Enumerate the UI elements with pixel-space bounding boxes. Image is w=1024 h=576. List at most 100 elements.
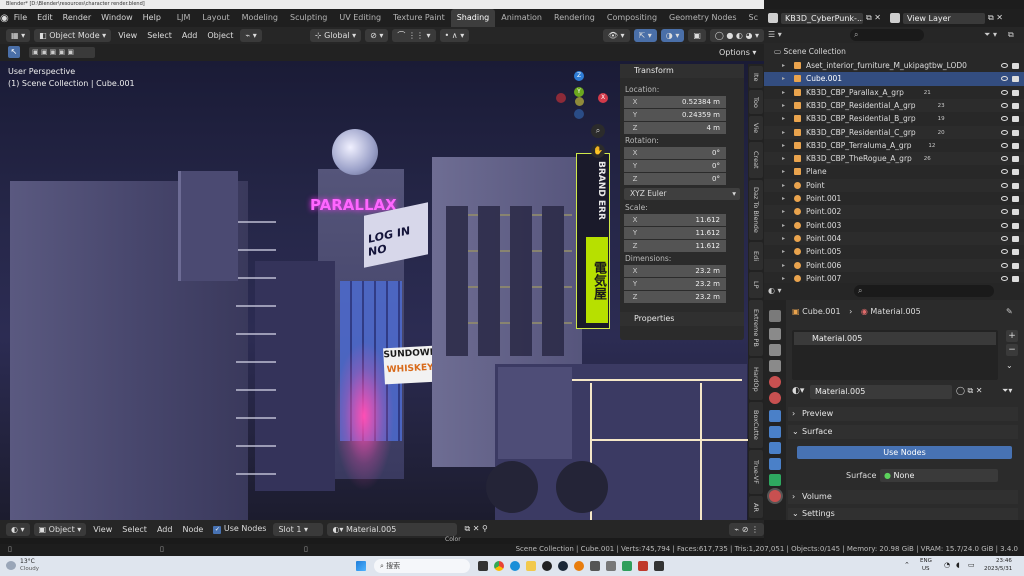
obs-icon[interactable] [542,561,552,571]
outliner-row[interactable]: ▸ Point [764,178,1024,192]
output-tab-icon[interactable] [769,344,781,356]
overlay-toggle-icon[interactable]: ◑ ▾ [660,29,685,42]
expand-arrow-icon[interactable]: ▸ [782,179,785,192]
properties-editor-icon[interactable]: ◐ ▾ [768,286,782,295]
location-y-field[interactable]: Y 0.24359 m [624,109,726,122]
outliner-row[interactable]: ▸ Point.001 [764,192,1024,205]
tab-lp[interactable]: LP [749,272,763,298]
tab-compositing[interactable]: Compositing [601,9,663,27]
visibility-eye-icon[interactable] [1001,169,1008,175]
outliner-row[interactable]: ▸ Plane [764,165,1024,178]
menu-window[interactable]: Window [96,9,138,27]
breadcrumb-object[interactable]: Cube.001 [802,307,840,316]
surface-shader-field[interactable]: ● None [880,469,998,482]
expand-arrow-icon[interactable]: ▸ [782,139,785,152]
outliner-row[interactable]: ▸ Point.005 [764,245,1024,258]
render-camera-icon[interactable] [1012,156,1019,163]
tab-rendering[interactable]: Rendering [548,9,601,27]
render-camera-icon[interactable] [1012,102,1019,109]
volume-icon[interactable]: ◖ [956,561,960,569]
scene-name-field[interactable]: KB3D_CyberPunk-... [781,12,863,24]
visibility-eye-icon[interactable] [1001,275,1008,281]
visibility-eye-icon[interactable] [1001,196,1008,201]
app-icon-3[interactable] [622,561,632,571]
menu-edit[interactable]: Edit [32,9,58,27]
tab-extreme-pb[interactable]: Extreme PB [749,300,763,356]
clock-date[interactable]: 2023/5/31 [984,566,1012,572]
tab-ar[interactable]: AR [749,496,763,518]
input-lang-2[interactable]: US [922,566,930,572]
editor-type-button[interactable]: ▦ ▾ [6,29,31,42]
task-view-icon[interactable] [478,561,488,571]
visibility-icon[interactable]: 👁 ▾ [602,29,630,42]
expand-arrow-icon[interactable]: ▸ [782,72,785,85]
outliner-row[interactable]: ▸ KB3D_CBP_Terraluma_A_grp 12 [764,139,1024,152]
transform-header[interactable]: Transform [620,64,744,78]
render-camera-icon[interactable] [1012,209,1019,216]
add-slot-button[interactable]: + [1006,330,1018,342]
expand-arrow-icon[interactable]: ▸ [782,99,785,112]
visibility-eye-icon[interactable] [1001,222,1008,228]
expand-arrow-icon[interactable]: ▸ [782,245,785,258]
gizmo-z-axis[interactable]: Z [574,71,584,81]
expand-arrow-icon[interactable]: ▸ [782,259,785,272]
outliner-row[interactable]: ▸ Cube.001 [764,72,1024,86]
scale-z-field[interactable]: Z 11.612 [624,240,726,253]
battery-icon[interactable]: ▭ [968,561,975,569]
menu-file[interactable]: File [9,9,32,27]
rotation-y-field[interactable]: Y 0° [624,160,726,173]
node-material-actions-icon[interactable]: ⧉ ✕ ⚲ [461,524,490,534]
rotation-z-field[interactable]: Z 0° [624,173,726,186]
proportional-edit-icon[interactable]: • ∧ ▾ [439,29,470,42]
xray-icon[interactable]: ▣ [688,29,706,42]
visibility-eye-icon[interactable] [1001,156,1008,162]
outliner-row[interactable]: ▸ KB3D_CBP_Parallax_A_grp 21 [764,86,1024,99]
weather-icon[interactable] [6,561,16,570]
tool-select-icon[interactable]: ↖ [8,46,20,58]
physics-tab-icon[interactable] [769,442,781,454]
material-name-field[interactable]: Material.005 [810,385,952,399]
tab-uv-editing[interactable]: UV Editing [333,9,387,27]
volume-panel-header[interactable]: › Volume [788,490,1018,504]
shader-type-select[interactable]: ▣ Object ▾ [33,522,87,536]
orientation-select[interactable]: ⊹ Global ▾ [309,29,362,42]
render-camera-icon[interactable] [1012,262,1019,269]
snap-menu-icon[interactable]: ⌁ ▾ [240,29,262,42]
tab-modeling[interactable]: Modeling [236,9,284,27]
mode-select[interactable]: ◧ Object Mode ▾ [34,29,112,42]
render-camera-icon[interactable] [1012,63,1019,69]
render-camera-icon[interactable] [1012,142,1019,149]
visibility-eye-icon[interactable] [1001,89,1008,95]
render-camera-icon[interactable] [1012,76,1019,83]
surface-panel-header[interactable]: ⌄ Surface [788,425,1018,439]
visibility-eye-icon[interactable] [1001,209,1008,215]
scene-tab-icon[interactable] [769,376,781,388]
tab-texture-paint[interactable]: Texture Paint [387,9,451,27]
scene-collection-row[interactable]: ▭ Scene Collection [764,45,1024,58]
render-camera-icon[interactable] [1012,275,1019,282]
visibility-eye-icon[interactable] [1001,129,1008,135]
tab-edit[interactable]: Edi [749,242,763,270]
visibility-eye-icon[interactable] [1001,116,1008,122]
particles-tab-icon[interactable] [769,426,781,438]
object-menu[interactable]: Object [204,31,236,40]
filter-icon[interactable]: ⏷ ▾ [984,30,997,40]
select-menu[interactable]: Select [144,31,175,40]
tab-hardops[interactable]: HardOp [749,358,763,400]
scene-icon[interactable] [768,13,778,23]
material-slot-list[interactable]: Material.005 [792,330,998,380]
visibility-eye-icon[interactable] [1001,182,1008,188]
tray-chevron-icon[interactable]: ⌃ [904,561,910,569]
tab-true-vf[interactable]: True-VF [749,450,763,494]
expand-arrow-icon[interactable]: ▸ [782,59,785,72]
new-view-layer-icon[interactable]: ⧉ ✕ [988,13,1003,23]
add-menu[interactable]: Add [179,31,201,40]
tab-tool[interactable]: Too [749,90,763,114]
outliner-row[interactable]: ▸ Aset_interior_furniture_M_ukipagtbw_LOD… [764,59,1024,72]
pin-icon[interactable]: ✎ [1006,307,1013,316]
constraints-tab-icon[interactable] [769,458,781,470]
pan-hand-icon[interactable]: ✋ [591,144,605,158]
app-icon-5[interactable] [654,561,664,571]
outliner-row[interactable]: ▸ Point.006 [764,258,1024,272]
expand-arrow-icon[interactable]: ▸ [782,126,785,139]
